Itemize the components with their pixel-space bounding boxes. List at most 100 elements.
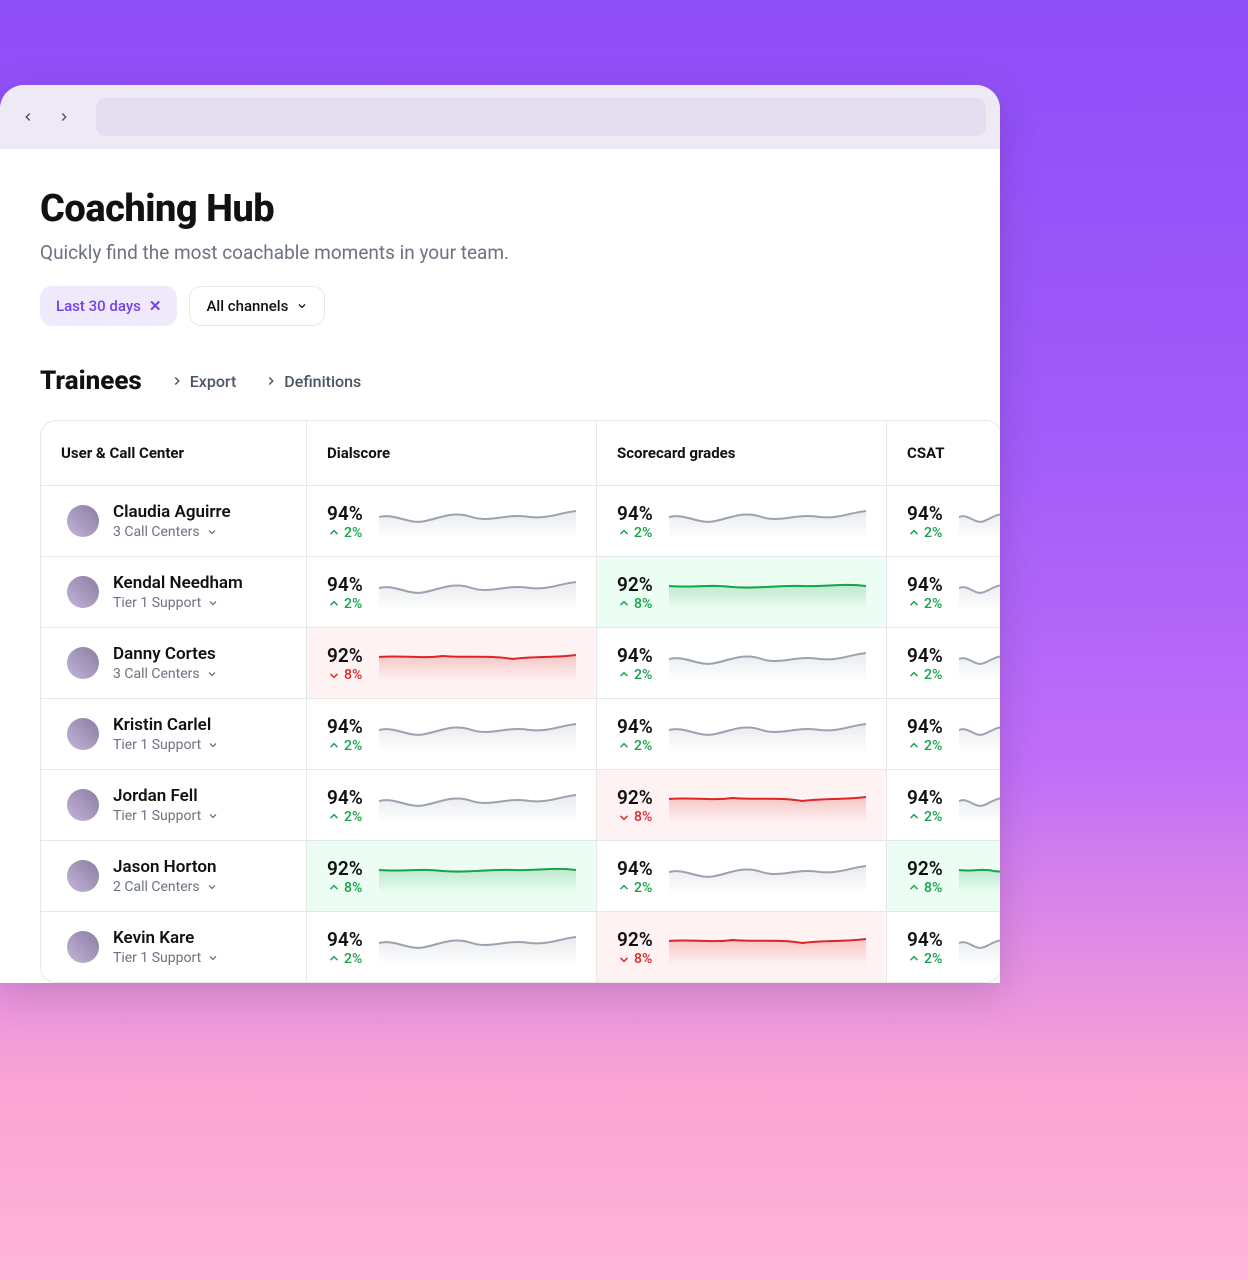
metric-cell-dialscore: 92% 8% — [306, 628, 596, 698]
user-cell[interactable]: Claudia Aguirre 3 Call Centers — [41, 486, 306, 556]
page-subtitle: Quickly find the most coachable moments … — [40, 241, 960, 264]
metric: 94% 2% — [907, 928, 943, 967]
nav-forward-button[interactable] — [50, 103, 78, 131]
sparkline — [669, 716, 866, 752]
avatar — [67, 505, 99, 537]
metric-delta: 2% — [617, 738, 653, 754]
sparkline — [959, 858, 1000, 894]
metric-value: 94% — [617, 715, 653, 738]
table-row[interactable]: Jordan Fell Tier 1 Support 94% 2% 92% 8% — [41, 769, 1000, 840]
metric-delta: 8% — [617, 951, 653, 967]
avatar — [67, 718, 99, 750]
metric-delta: 2% — [617, 880, 653, 896]
user-center[interactable]: Tier 1 Support — [113, 808, 219, 824]
metric-delta: 2% — [907, 809, 943, 825]
metric: 94% 2% — [617, 857, 653, 896]
user-name: Claudia Aguirre — [113, 502, 231, 522]
export-link[interactable]: Export — [170, 372, 237, 391]
metric-value: 92% — [327, 644, 363, 667]
table-row[interactable]: Jason Horton 2 Call Centers 92% 8% 94% 2… — [41, 840, 1000, 911]
avatar — [67, 576, 99, 608]
user-center[interactable]: Tier 1 Support — [113, 595, 243, 611]
metric: 94% 2% — [907, 786, 943, 825]
sparkline — [669, 787, 866, 823]
metric-delta: 2% — [327, 738, 363, 754]
metric: 94% 2% — [907, 502, 943, 541]
close-icon[interactable]: ✕ — [149, 297, 162, 315]
metric-delta: 8% — [907, 880, 943, 896]
metric-cell-csat: 94% 2% — [886, 912, 1000, 982]
table-row[interactable]: Kristin Carlel Tier 1 Support 94% 2% 94%… — [41, 698, 1000, 769]
metric-cell-dialscore: 94% 2% — [306, 557, 596, 627]
metric-cell-csat: 94% 2% — [886, 699, 1000, 769]
sparkline — [669, 645, 866, 681]
metric-value: 94% — [907, 573, 943, 596]
user-name: Kristin Carlel — [113, 715, 219, 735]
user-cell[interactable]: Jason Horton 2 Call Centers — [41, 841, 306, 911]
table-row[interactable]: Kendal Needham Tier 1 Support 94% 2% 92%… — [41, 556, 1000, 627]
user-center[interactable]: Tier 1 Support — [113, 737, 219, 753]
definitions-link[interactable]: Definitions — [264, 372, 361, 391]
sparkline — [669, 858, 866, 894]
date-range-filter[interactable]: Last 30 days ✕ — [40, 286, 177, 326]
sparkline — [959, 645, 1000, 681]
user-cell[interactable]: Kristin Carlel Tier 1 Support — [41, 699, 306, 769]
col-dialscore: Dialscore — [306, 421, 596, 485]
chevron-down-icon — [296, 300, 308, 312]
user-center[interactable]: 3 Call Centers — [113, 524, 231, 540]
metric-cell-dialscore: 94% 2% — [306, 912, 596, 982]
section-title: Trainees — [40, 366, 142, 396]
nav-back-button[interactable] — [14, 103, 42, 131]
metric-value: 94% — [327, 502, 363, 525]
metric-value: 94% — [617, 502, 653, 525]
url-bar[interactable] — [96, 98, 986, 136]
date-range-label: Last 30 days — [56, 297, 141, 315]
user-cell[interactable]: Danny Cortes 3 Call Centers — [41, 628, 306, 698]
sparkline — [959, 787, 1000, 823]
metric: 94% 2% — [617, 502, 653, 541]
sparkline — [379, 645, 576, 681]
table-row[interactable]: Kevin Kare Tier 1 Support 94% 2% 92% 8% — [41, 911, 1000, 982]
user-center[interactable]: Tier 1 Support — [113, 950, 219, 966]
metric-value: 92% — [617, 573, 653, 596]
metric: 94% 2% — [327, 786, 363, 825]
sparkline — [959, 929, 1000, 965]
user-cell[interactable]: Jordan Fell Tier 1 Support — [41, 770, 306, 840]
metric: 94% 2% — [617, 715, 653, 754]
metric-delta: 2% — [907, 596, 943, 612]
metric-delta: 2% — [327, 951, 363, 967]
metric: 92% 8% — [617, 928, 653, 967]
metric: 94% 2% — [327, 715, 363, 754]
user-center[interactable]: 2 Call Centers — [113, 879, 218, 895]
filter-bar: Last 30 days ✕ All channels — [40, 286, 960, 326]
sparkline — [669, 929, 866, 965]
metric: 94% 2% — [327, 928, 363, 967]
metric-delta: 2% — [327, 596, 363, 612]
user-cell[interactable]: Kevin Kare Tier 1 Support — [41, 912, 306, 982]
metric-delta: 2% — [617, 525, 653, 541]
metric: 94% 2% — [617, 644, 653, 683]
metric-value: 94% — [617, 857, 653, 880]
table-row[interactable]: Danny Cortes 3 Call Centers 92% 8% 94% 2… — [41, 627, 1000, 698]
user-name: Jordan Fell — [113, 786, 219, 806]
chevron-right-icon — [170, 374, 184, 388]
metric-delta: 2% — [907, 525, 943, 541]
trainees-table: User & Call Center Dialscore Scorecard g… — [40, 420, 1000, 983]
sparkline — [379, 929, 576, 965]
metric-delta: 2% — [327, 809, 363, 825]
user-center[interactable]: 3 Call Centers — [113, 666, 218, 682]
metric: 92% 8% — [327, 857, 363, 896]
user-name: Kendal Needham — [113, 573, 243, 593]
metric-delta: 2% — [907, 738, 943, 754]
user-name: Kevin Kare — [113, 928, 219, 948]
user-name: Danny Cortes — [113, 644, 218, 664]
sparkline — [379, 503, 576, 539]
user-cell[interactable]: Kendal Needham Tier 1 Support — [41, 557, 306, 627]
metric: 94% 2% — [907, 573, 943, 612]
channel-filter[interactable]: All channels — [189, 286, 325, 326]
chevron-down-icon — [207, 597, 219, 609]
table-row[interactable]: Claudia Aguirre 3 Call Centers 94% 2% 94… — [41, 485, 1000, 556]
channel-label: All channels — [206, 297, 288, 315]
chevron-down-icon — [207, 952, 219, 964]
metric-cell-scorecard: 92% 8% — [596, 912, 886, 982]
